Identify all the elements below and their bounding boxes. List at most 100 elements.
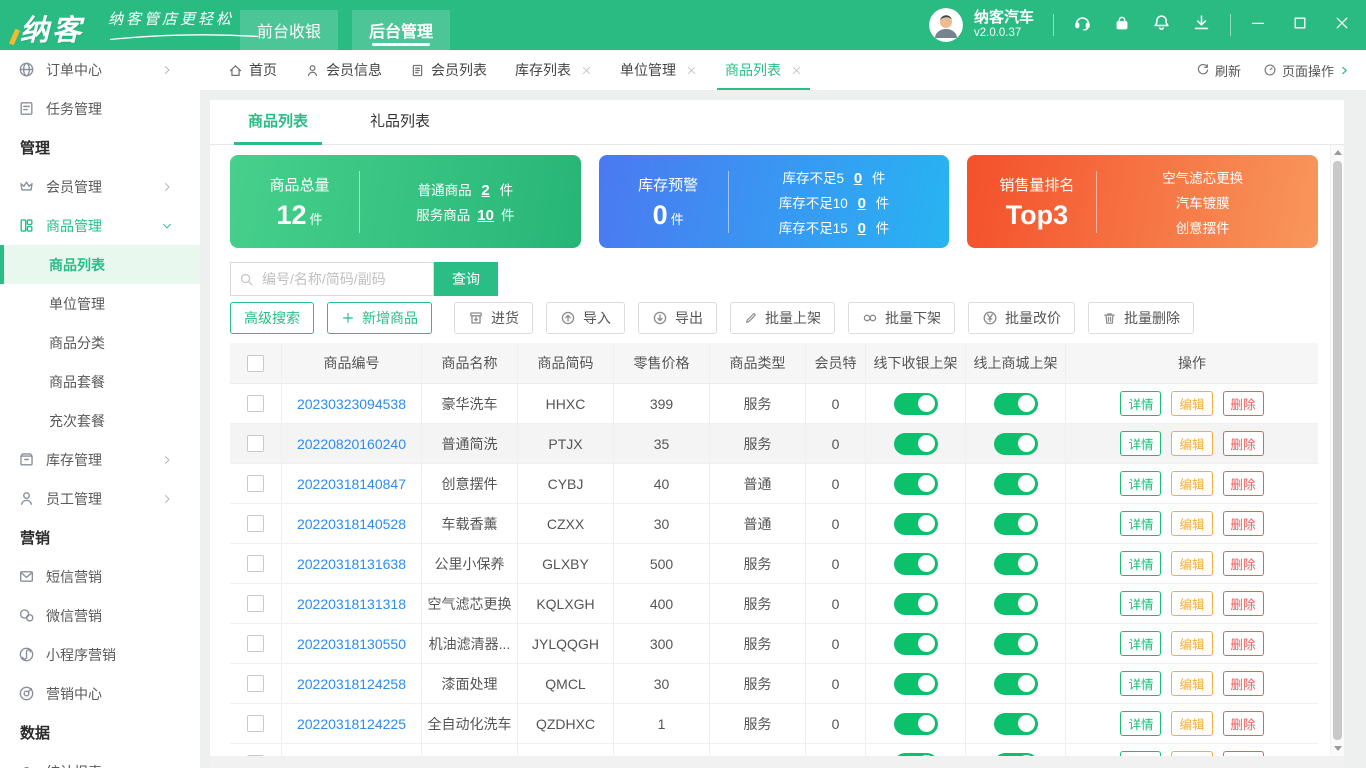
minimize-button[interactable] xyxy=(1250,15,1266,36)
row-checkbox[interactable] xyxy=(247,435,264,452)
online-shelf-toggle[interactable] xyxy=(993,432,1038,455)
offline-shelf-toggle[interactable] xyxy=(893,432,938,455)
scrollbar-thumb[interactable] xyxy=(1333,161,1342,740)
close-button[interactable] xyxy=(1334,15,1350,36)
detail-button[interactable]: 详情 xyxy=(1120,711,1162,736)
lock-icon[interactable] xyxy=(1113,14,1131,37)
advanced-search-button[interactable]: 高级搜索 xyxy=(230,302,314,334)
export-button[interactable]: 导出 xyxy=(638,302,717,334)
detail-button[interactable]: 详情 xyxy=(1120,391,1162,416)
detail-button[interactable]: 详情 xyxy=(1120,471,1162,496)
product-code-link[interactable]: 20220318140847 xyxy=(297,476,406,492)
online-shelf-toggle[interactable] xyxy=(993,672,1038,695)
mode-tab-front-cashier[interactable]: 前台收银 xyxy=(240,10,339,50)
batch-reprice-button[interactable]: 批量改价 xyxy=(968,302,1075,334)
sidebar-subitem-unit-management[interactable]: 单位管理 xyxy=(0,284,200,323)
detail-button[interactable]: 详情 xyxy=(1120,551,1162,576)
support-icon[interactable] xyxy=(1073,13,1092,37)
delete-button[interactable]: 删除 xyxy=(1222,671,1264,696)
search-input[interactable] xyxy=(260,270,425,288)
delete-button[interactable]: 删除 xyxy=(1222,511,1264,536)
edit-button[interactable]: 编辑 xyxy=(1171,711,1213,736)
edit-button[interactable]: 编辑 xyxy=(1171,551,1213,576)
edit-button[interactable]: 编辑 xyxy=(1171,631,1213,656)
close-tab-icon[interactable] xyxy=(581,65,592,76)
vertical-scrollbar[interactable] xyxy=(1330,145,1344,756)
row-checkbox[interactable] xyxy=(247,515,264,532)
tab-member-list[interactable]: 会员列表 xyxy=(396,50,501,90)
horizontal-scrollbar[interactable] xyxy=(210,756,1344,768)
online-shelf-toggle[interactable] xyxy=(993,712,1038,735)
sidebar-item-sms-marketing[interactable]: 短信营销 xyxy=(0,557,200,596)
product-code-link[interactable]: 20220820160240 xyxy=(297,436,406,452)
sidebar-item-product-management[interactable]: 商品管理 xyxy=(0,206,200,245)
detail-button[interactable]: 详情 xyxy=(1120,511,1162,536)
edit-button[interactable]: 编辑 xyxy=(1171,471,1213,496)
edit-button[interactable]: 编辑 xyxy=(1171,511,1213,536)
product-code-link[interactable]: 20220318130550 xyxy=(297,636,406,652)
refresh-button[interactable]: 刷新 xyxy=(1196,61,1241,80)
tab-product-list[interactable]: 商品列表 xyxy=(711,50,816,90)
sidebar-item-member-management[interactable]: 会员管理 xyxy=(0,167,200,206)
sidebar-subitem-product-list[interactable]: 商品列表 xyxy=(0,245,200,284)
close-tab-icon[interactable] xyxy=(791,65,802,76)
content-tab-product-list[interactable]: 商品列表 xyxy=(234,100,323,145)
product-code-link[interactable]: 20220318124225 xyxy=(297,716,406,732)
maximize-button[interactable] xyxy=(1292,15,1308,36)
page-operations-button[interactable]: 页面操作 xyxy=(1263,61,1350,80)
edit-button[interactable]: 编辑 xyxy=(1171,591,1213,616)
product-code-link[interactable]: 20220318140528 xyxy=(297,516,406,532)
sidebar-subitem-recharge-package[interactable]: 充次套餐 xyxy=(0,401,200,440)
sidebar-item-marketing-center[interactable]: 营销中心 xyxy=(0,674,200,713)
delete-button[interactable]: 删除 xyxy=(1222,471,1264,496)
online-shelf-toggle[interactable] xyxy=(993,632,1038,655)
delete-button[interactable]: 删除 xyxy=(1222,591,1264,616)
online-shelf-toggle[interactable] xyxy=(993,552,1038,575)
sidebar-item-order-center[interactable]: 订单中心 xyxy=(0,50,200,89)
batch-off-shelf-button[interactable]: 批量下架 xyxy=(848,302,955,334)
sidebar-subitem-product-package[interactable]: 商品套餐 xyxy=(0,362,200,401)
add-product-button[interactable]: 新增商品 xyxy=(327,302,432,334)
product-code-link[interactable]: 20230323094538 xyxy=(297,396,406,412)
row-checkbox[interactable] xyxy=(247,595,264,612)
batch-on-shelf-button[interactable]: 批量上架 xyxy=(730,302,835,334)
scroll-up-arrow-icon[interactable] xyxy=(1333,150,1342,155)
row-checkbox[interactable] xyxy=(247,475,264,492)
tab-unit-management[interactable]: 单位管理 xyxy=(606,50,711,90)
query-button[interactable]: 查询 xyxy=(434,262,498,296)
row-checkbox[interactable] xyxy=(247,555,264,572)
offline-shelf-toggle[interactable] xyxy=(893,392,938,415)
offline-shelf-toggle[interactable] xyxy=(893,592,938,615)
close-tab-icon[interactable] xyxy=(686,65,697,76)
sidebar-item-task-management[interactable]: 任务管理 xyxy=(0,89,200,128)
sidebar-item-statistics-report[interactable]: 统计报表 xyxy=(0,752,200,768)
online-shelf-toggle[interactable] xyxy=(993,392,1038,415)
delete-button[interactable]: 删除 xyxy=(1222,431,1264,456)
delete-button[interactable]: 删除 xyxy=(1222,631,1264,656)
detail-button[interactable]: 详情 xyxy=(1120,631,1162,656)
purchase-button[interactable]: 进货 xyxy=(454,302,533,334)
content-tab-gift-list[interactable]: 礼品列表 xyxy=(356,100,444,144)
offline-shelf-toggle[interactable] xyxy=(893,712,938,735)
row-checkbox[interactable] xyxy=(247,635,264,652)
sidebar-item-staff-management[interactable]: 员工管理 xyxy=(0,479,200,518)
offline-shelf-toggle[interactable] xyxy=(893,672,938,695)
avatar[interactable] xyxy=(928,8,963,42)
select-all-checkbox[interactable] xyxy=(247,354,264,372)
row-checkbox[interactable] xyxy=(247,675,264,692)
offline-shelf-toggle[interactable] xyxy=(893,632,938,655)
offline-shelf-toggle[interactable] xyxy=(893,472,938,495)
sidebar-item-wechat-marketing[interactable]: 微信营销 xyxy=(0,596,200,635)
detail-button[interactable]: 详情 xyxy=(1120,431,1162,456)
tab-inventory-list[interactable]: 库存列表 xyxy=(501,50,606,90)
offline-shelf-toggle[interactable] xyxy=(893,552,938,575)
delete-button[interactable]: 删除 xyxy=(1222,551,1264,576)
tab-member-info[interactable]: 会员信息 xyxy=(291,50,396,90)
batch-delete-button[interactable]: 批量删除 xyxy=(1088,302,1194,334)
offline-shelf-toggle[interactable] xyxy=(893,512,938,535)
row-checkbox[interactable] xyxy=(247,395,264,412)
online-shelf-toggle[interactable] xyxy=(993,472,1038,495)
detail-button[interactable]: 详情 xyxy=(1120,671,1162,696)
online-shelf-toggle[interactable] xyxy=(993,592,1038,615)
delete-button[interactable]: 删除 xyxy=(1222,711,1264,736)
